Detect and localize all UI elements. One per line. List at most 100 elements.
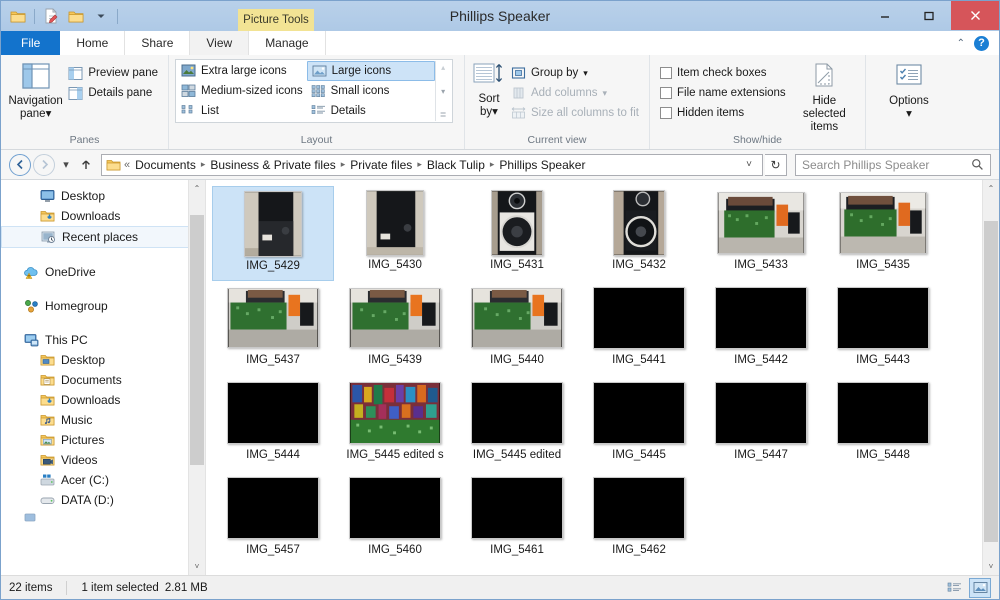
maximize-button[interactable]	[907, 1, 951, 30]
layout-scroll-spinner[interactable]: ▴ ▾ ≣	[434, 61, 451, 121]
sidebar-item-this-pc[interactable]: This PC	[1, 330, 205, 350]
file-item[interactable]: IMG_5462	[578, 471, 700, 566]
back-button[interactable]	[9, 153, 31, 176]
options-button[interactable]: Options ▾	[872, 59, 946, 121]
file-item[interactable]: IMG_5439	[334, 281, 456, 376]
nav-scroll-track[interactable]	[189, 197, 205, 558]
refresh-button[interactable]: ↻	[765, 153, 787, 176]
breadcrumb-overflow[interactable]: «	[123, 159, 131, 171]
preview-pane-toggle[interactable]: Preview pane	[64, 63, 162, 83]
file-name-extensions-box[interactable]	[660, 87, 672, 99]
breadcrumb-dropdown-icon[interactable]: ˅	[740, 159, 758, 170]
customize-dropdown-icon[interactable]	[90, 5, 112, 27]
sidebar-item-downloads[interactable]: Downloads	[1, 390, 205, 410]
view-list[interactable]: List	[177, 101, 307, 121]
layout-spin-up[interactable]: ▴	[441, 63, 445, 72]
file-item[interactable]: IMG_5448	[822, 376, 944, 471]
sidebar-item-documents[interactable]: Documents	[1, 370, 205, 390]
file-item[interactable]: IMG_5443	[822, 281, 944, 376]
tab-share[interactable]: Share	[125, 31, 191, 55]
file-item[interactable]: IMG_5429	[212, 186, 334, 281]
sidebar-item-music[interactable]: Music	[1, 410, 205, 430]
file-scroll-track[interactable]	[983, 197, 999, 558]
file-item[interactable]: IMG_5457	[212, 471, 334, 566]
sidebar-item-data-d[interactable]: DATA (D:)	[1, 490, 205, 510]
file-pane-scrollbar[interactable]: ⌃ ˅	[982, 180, 999, 575]
breadcrumb-item-business-private-files[interactable]: Business & Private files	[206, 158, 339, 172]
navigation-pane-scrollbar[interactable]: ⌃ ˅	[188, 180, 205, 575]
details-view-button[interactable]	[943, 578, 965, 598]
file-item[interactable]: IMG_5440	[456, 281, 578, 376]
sidebar-item-homegroup[interactable]: Homegroup	[1, 296, 205, 316]
hidden-items-checkbox[interactable]: Hidden items	[656, 103, 790, 123]
file-scroll-down-arrow[interactable]: ˅	[983, 558, 999, 575]
file-item[interactable]: IMG_5447	[700, 376, 822, 471]
close-button[interactable]	[951, 1, 999, 30]
breadcrumb-item-private-files[interactable]: Private files	[346, 158, 416, 172]
view-details[interactable]: Details	[307, 101, 435, 121]
help-icon[interactable]: ?	[974, 35, 989, 51]
sort-by-caret[interactable]: ▾	[492, 106, 498, 118]
file-item[interactable]: IMG_5431	[456, 186, 578, 281]
minimize-button[interactable]	[863, 1, 907, 30]
tab-home[interactable]: Home	[60, 31, 126, 55]
breadcrumb-item-phillips-speaker[interactable]: Phillips Speaker	[495, 158, 589, 172]
add-columns-caret[interactable]: ▾	[602, 88, 607, 99]
recent-locations-dropdown[interactable]: ▾	[57, 154, 75, 176]
file-item[interactable]: IMG_5437	[212, 281, 334, 376]
view-medium-icons[interactable]: Medium-sized icons	[177, 81, 307, 101]
tab-view[interactable]: View	[190, 31, 250, 55]
hide-selected-items-button[interactable]: Hide selected items	[790, 59, 859, 134]
nav-scroll-thumb[interactable]	[190, 215, 204, 465]
sidebar-item-acer-c[interactable]: Acer (C:)	[1, 470, 205, 490]
layout-spin-down[interactable]: ▾	[441, 87, 445, 96]
item-check-boxes-box[interactable]	[660, 67, 672, 79]
view-large-icons[interactable]: Large icons	[306, 61, 435, 81]
collapse-ribbon-icon[interactable]: ⌃	[957, 38, 965, 49]
sidebar-item-downloads-fav[interactable]: Downloads	[1, 206, 205, 226]
item-check-boxes-checkbox[interactable]: Item check boxes	[656, 63, 790, 83]
sidebar-item-desktop-fav[interactable]: Desktop	[1, 186, 205, 206]
file-item[interactable]: IMG_5441	[578, 281, 700, 376]
file-item[interactable]: IMG_5445 edited s	[334, 376, 456, 471]
file-item[interactable]: IMG_5442	[700, 281, 822, 376]
sidebar-item-onedrive[interactable]: OneDrive	[1, 262, 205, 282]
nav-scroll-up-arrow[interactable]: ⌃	[189, 180, 205, 197]
up-button[interactable]	[77, 154, 95, 176]
file-item[interactable]: IMG_5435	[822, 186, 944, 281]
file-item[interactable]: IMG_5445 edited	[456, 376, 578, 471]
add-columns-button[interactable]: Add columns ▾	[507, 83, 643, 103]
file-item[interactable]: IMG_5445	[578, 376, 700, 471]
navigation-pane-button[interactable]: Navigation pane▾	[7, 59, 64, 121]
file-scroll-up-arrow[interactable]: ⌃	[983, 180, 999, 197]
file-item[interactable]: IMG_5460	[334, 471, 456, 566]
properties-icon[interactable]	[40, 5, 62, 27]
file-item[interactable]: IMG_5433	[700, 186, 822, 281]
file-list-pane[interactable]: IMG_5429 IMG_5430 IMG_5431 IMG_5432 IMG_…	[206, 180, 999, 575]
file-scroll-thumb[interactable]	[984, 221, 998, 542]
folder-icon[interactable]	[7, 5, 29, 27]
breadcrumb-item-black-tulip[interactable]: Black Tulip	[423, 158, 489, 172]
forward-button[interactable]	[33, 153, 55, 176]
hidden-items-box[interactable]	[660, 107, 672, 119]
view-small-icons[interactable]: Small icons	[307, 81, 435, 101]
sidebar-item-network-partial[interactable]	[1, 510, 205, 530]
sidebar-item-recent-places[interactable]: Recent places	[1, 226, 205, 248]
layout-spin-more[interactable]: ≣	[440, 110, 447, 119]
sidebar-item-pictures[interactable]: Pictures	[1, 430, 205, 450]
group-by-button[interactable]: Group by ▾	[507, 63, 643, 83]
view-extra-large-icons[interactable]: Extra large icons	[177, 61, 307, 81]
file-item[interactable]: IMG_5444	[212, 376, 334, 471]
new-folder-icon[interactable]	[65, 5, 87, 27]
file-item[interactable]: IMG_5432	[578, 186, 700, 281]
sidebar-item-videos[interactable]: Videos	[1, 450, 205, 470]
breadcrumb-item-documents[interactable]: Documents	[131, 158, 200, 172]
search-input[interactable]: Search Phillips Speaker	[795, 153, 991, 176]
file-item[interactable]: IMG_5430	[334, 186, 456, 281]
size-all-columns-button[interactable]: Size all columns to fit	[507, 103, 643, 123]
search-icon[interactable]	[971, 158, 984, 171]
nav-scroll-down-arrow[interactable]: ˅	[189, 558, 205, 575]
breadcrumb[interactable]: « Documents ▸ Business & Private files ▸…	[101, 153, 763, 176]
group-by-caret[interactable]: ▾	[583, 68, 588, 79]
navigation-pane-caret[interactable]: ▾	[46, 108, 52, 120]
